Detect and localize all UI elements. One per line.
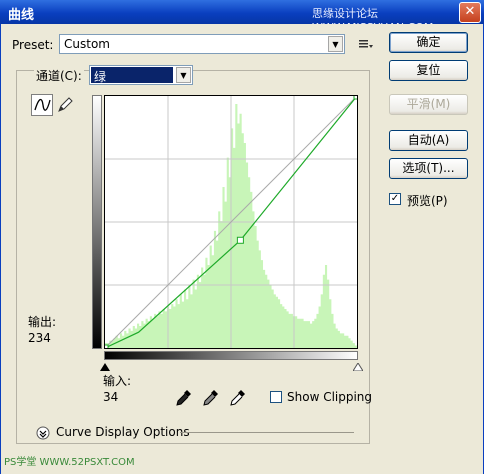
curve-canvas[interactable]: [101, 92, 361, 352]
footer-watermark: PS学堂 WWW.52PSXT.COM: [4, 457, 135, 468]
preview-checkbox[interactable]: ✓: [389, 193, 401, 205]
gray-eyedropper-icon[interactable]: [203, 389, 219, 410]
show-clipping-label: Show Clipping: [287, 390, 373, 404]
preset-label: Preset:: [12, 38, 54, 52]
preset-menu-icon[interactable]: [357, 36, 373, 52]
curve-display-options-label[interactable]: Curve Display Options: [56, 425, 190, 439]
curve-graph[interactable]: [101, 92, 361, 352]
curve-control-point: [353, 92, 361, 100]
auto-button[interactable]: 自动(A): [389, 130, 468, 151]
show-clipping-checkbox[interactable]: [270, 391, 282, 403]
output-gradient-bar: [92, 95, 102, 349]
input-gradient-bar: [104, 351, 358, 360]
curve-tool-icon[interactable]: [31, 94, 53, 116]
smooth-button[interactable]: 平滑(M): [389, 94, 468, 115]
pencil-icon[interactable]: [55, 94, 77, 116]
input-value: 34: [103, 390, 119, 404]
chevron-down-icon[interactable]: ▼: [328, 36, 343, 52]
window-title: 曲线: [8, 8, 35, 23]
preset-select[interactable]: Custom ▼: [59, 34, 345, 54]
output-value: 234: [28, 331, 51, 345]
reset-button[interactable]: 复位: [389, 60, 468, 81]
close-button[interactable]: ✕: [459, 2, 481, 23]
input-label: 输入:: [103, 374, 132, 388]
white-point-slider-icon[interactable]: [352, 360, 364, 374]
channel-value: 绿: [94, 70, 107, 84]
expand-toggle-icon[interactable]: [36, 426, 50, 443]
black-eyedropper-icon[interactable]: [176, 389, 192, 410]
curve-control-point: [101, 344, 109, 352]
section-divider: [180, 432, 354, 433]
preset-value: Custom: [64, 37, 110, 51]
channel-label: 通道(C):: [34, 67, 84, 84]
curve-control-point: [236, 236, 244, 244]
channel-select[interactable]: 绿 ▼: [89, 65, 193, 85]
ok-button[interactable]: 确定: [389, 32, 468, 53]
chevron-down-icon[interactable]: ▼: [176, 67, 191, 83]
preview-label: 预览(P): [407, 194, 448, 208]
output-label: 输出:: [28, 315, 57, 329]
title-bar: 曲线 思缘设计论坛 WWW.MISSYUAN.COM ✕: [0, 0, 484, 34]
white-eyedropper-icon[interactable]: [230, 389, 246, 410]
options-button[interactable]: 选项(T)...: [389, 158, 468, 179]
